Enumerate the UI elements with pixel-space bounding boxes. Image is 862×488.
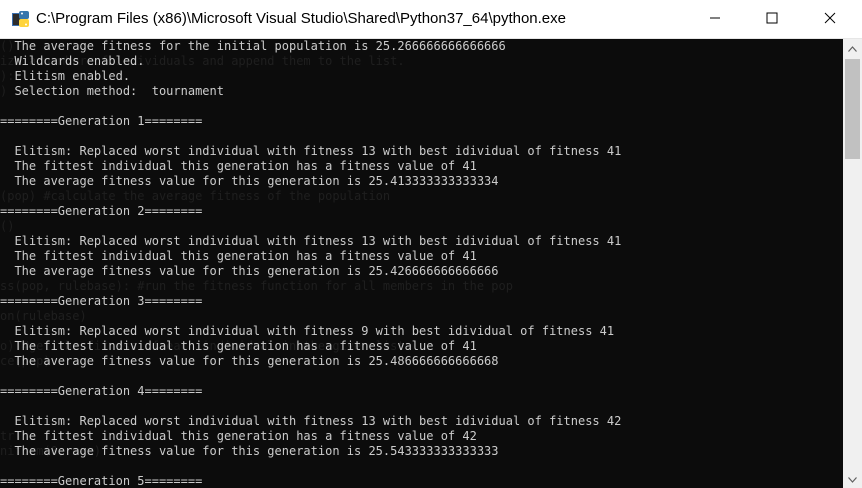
console-line: The fittest individual this generation h… [0, 429, 477, 443]
console-output-area[interactable]: () ize a number of individuals and append… [0, 39, 843, 488]
scroll-up-button[interactable] [843, 39, 862, 57]
console-line: Elitism: Replaced worst individual with … [0, 414, 622, 428]
python-icon [12, 11, 30, 28]
title-bar[interactable]: C:\Program Files (x86)\Microsoft Visual … [0, 0, 862, 39]
console-line: ========Generation 3======== [0, 294, 203, 308]
console-line: The fittest individual this generation h… [0, 339, 477, 353]
close-icon [824, 11, 836, 29]
console-line: The fittest individual this generation h… [0, 159, 477, 173]
console-line: ========Generation 2======== [0, 204, 203, 218]
scroll-down-button[interactable] [843, 470, 862, 488]
console-line: The average fitness value for this gener… [0, 174, 499, 188]
vertical-scrollbar[interactable] [843, 39, 862, 488]
console-line: The average fitness for the initial popu… [0, 39, 506, 53]
scrollbar-thumb[interactable] [845, 59, 860, 159]
maximize-button[interactable] [749, 0, 795, 39]
console-line: Selection method: tournament [0, 84, 224, 98]
console-line: Wildcards enabled. [0, 54, 145, 68]
maximize-icon [766, 11, 778, 29]
close-button[interactable] [807, 0, 853, 39]
console-line: The average fitness value for this gener… [0, 354, 499, 368]
console-line: Elitism: Replaced worst individual with … [0, 324, 615, 338]
console-line: ========Generation 5======== [0, 474, 203, 488]
scroll-down-arrow-icon [848, 470, 857, 488]
console-line: ========Generation 4======== [0, 384, 203, 398]
console-line: The average fitness value for this gener… [0, 264, 499, 278]
console-line: Elitism enabled. [0, 69, 131, 83]
minimize-button[interactable] [692, 0, 738, 39]
console-output: The average fitness for the initial popu… [0, 39, 621, 488]
scroll-up-arrow-icon [848, 39, 857, 57]
window-title: C:\Program Files (x86)\Microsoft Visual … [36, 10, 566, 27]
console-line: The fittest individual this generation h… [0, 249, 477, 263]
minimize-icon [709, 11, 721, 29]
console-line: ========Generation 1======== [0, 114, 203, 128]
console-line: Elitism: Replaced worst individual with … [0, 234, 622, 248]
console-line: Elitism: Replaced worst individual with … [0, 144, 622, 158]
console-line: The average fitness value for this gener… [0, 444, 499, 458]
